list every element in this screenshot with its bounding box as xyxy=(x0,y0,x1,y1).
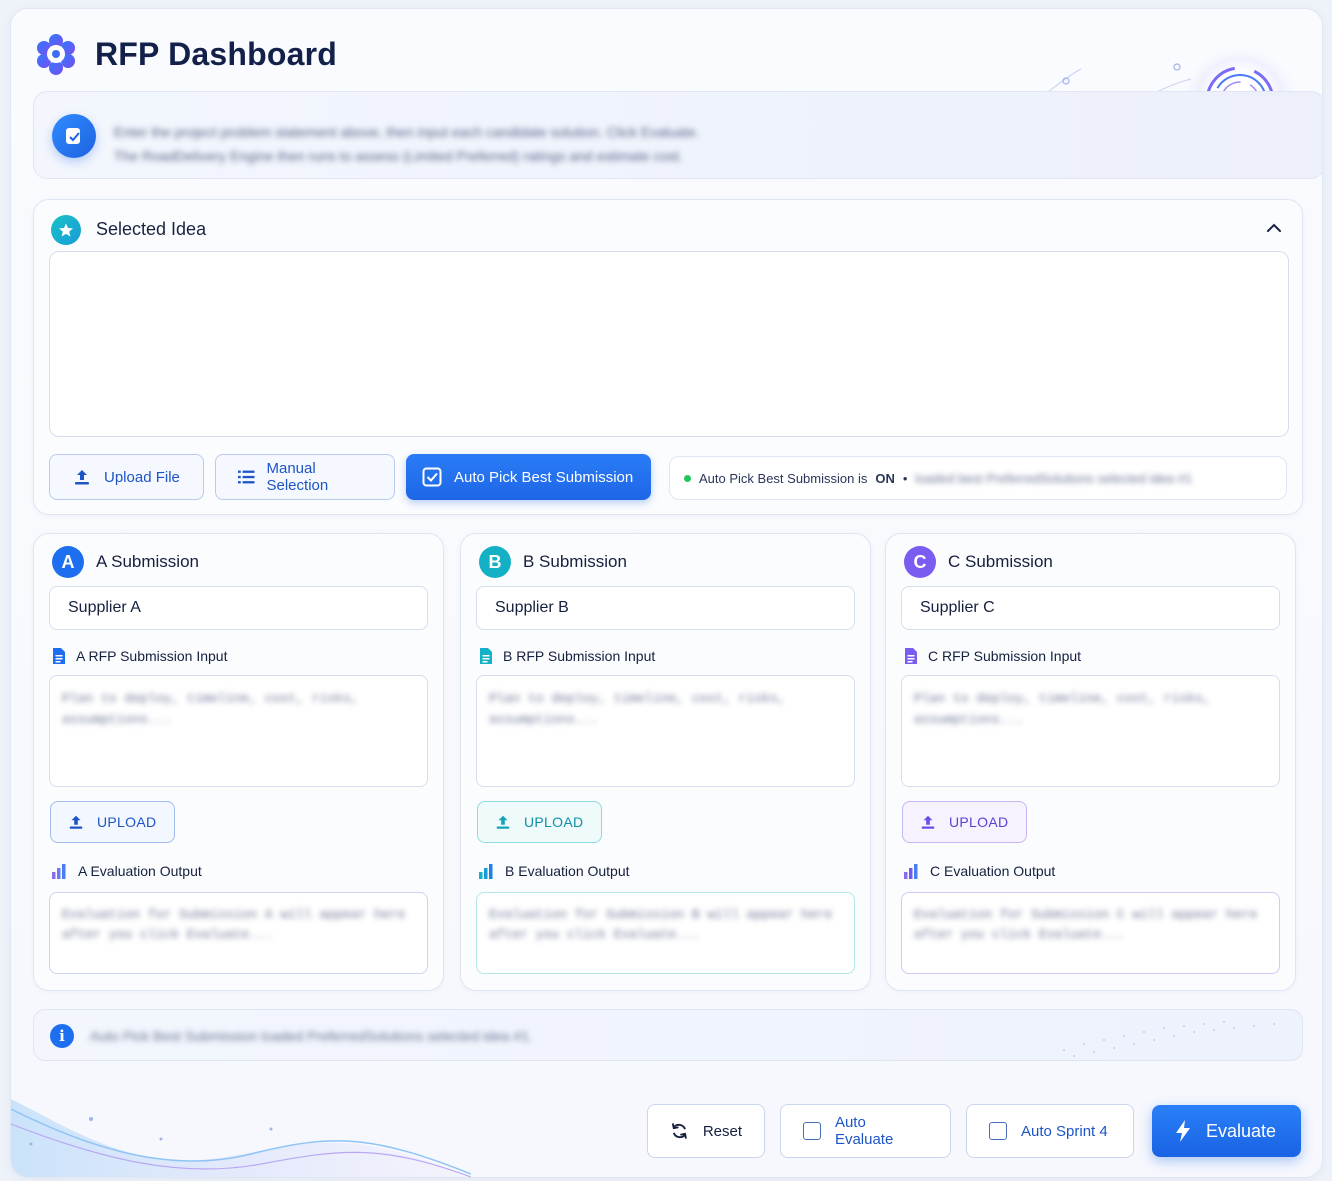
refresh-icon xyxy=(671,1123,687,1139)
selected-idea-title: Selected Idea xyxy=(96,219,207,239)
submission-a-badge: A xyxy=(52,546,84,578)
submission-c-output-label: C Evaluation Output xyxy=(904,863,1055,879)
submission-c-input[interactable]: Plan to deploy, timeline, cost, risks, a… xyxy=(901,675,1280,787)
auto-pick-button[interactable]: Auto Pick Best Submission xyxy=(406,454,651,500)
submission-c-output-label-text: C Evaluation Output xyxy=(930,863,1056,879)
document-icon xyxy=(53,648,65,664)
upload-file-button[interactable]: Upload File xyxy=(49,454,204,500)
manual-selection-label: Manual Selection xyxy=(266,460,329,494)
auto-evaluate-toggle[interactable]: Auto Evaluate xyxy=(780,1104,951,1158)
submission-b-output[interactable]: Evaluation for Submission B will appear … xyxy=(476,892,855,974)
lightning-icon xyxy=(1176,1120,1190,1142)
edit-note-icon xyxy=(52,114,96,158)
submission-b-badge: B xyxy=(479,546,511,578)
submission-a-title: A Submission xyxy=(96,552,199,571)
supplier-b-field[interactable]: Supplier B xyxy=(476,586,855,630)
star-icon xyxy=(51,215,81,245)
submission-a-output-label: A Evaluation Output xyxy=(52,863,202,879)
submission-b-input-label: B RFP Submission Input xyxy=(479,647,655,665)
submission-b-input-placeholder: Plan to deploy, timeline, cost, risks, a… xyxy=(489,691,786,727)
submission-c-badge: C xyxy=(904,546,936,578)
submission-a-input-label: A RFP Submission Input xyxy=(52,647,227,665)
submission-card-c: C C Submission Supplier C C RFP Submissi… xyxy=(885,533,1296,991)
auto-pick-label: Auto Pick Best Submission xyxy=(454,468,634,486)
checkbox-checked-icon xyxy=(422,467,442,487)
supplier-a-field[interactable]: Supplier A xyxy=(49,586,428,630)
submission-b-output-placeholder: Evaluation for Submission B will appear … xyxy=(489,907,833,942)
banner-line-2: The RoadDelivery Engine then runs to ass… xyxy=(114,148,683,164)
submission-a-output-label-text: A Evaluation Output xyxy=(78,863,202,879)
reset-button[interactable]: Reset xyxy=(647,1104,765,1158)
banner-line-1: Enter the project problem statement abov… xyxy=(114,124,700,140)
submission-c-upload-label: UPLOAD xyxy=(949,814,1009,830)
auto-sprint-label: Auto Sprint 4 xyxy=(1021,1122,1108,1140)
auto-sprint-toggle[interactable]: Auto Sprint 4 xyxy=(966,1104,1134,1158)
submission-a-input[interactable]: Plan to deploy, timeline, cost, risks, a… xyxy=(49,675,428,787)
auto-sprint-checkbox[interactable] xyxy=(989,1122,1007,1140)
submission-a-output-placeholder: Evaluation for Submission A will appear … xyxy=(62,907,406,942)
submission-a-output[interactable]: Evaluation for Submission A will appear … xyxy=(49,892,428,974)
submission-a-input-placeholder: Plan to deploy, timeline, cost, risks, a… xyxy=(62,691,359,727)
upload-file-label: Upload File xyxy=(104,468,180,486)
submission-b-input-label-text: B RFP Submission Input xyxy=(503,648,656,664)
banner-text: Enter the project problem statement abov… xyxy=(114,120,854,168)
submission-a-upload-button[interactable]: UPLOAD xyxy=(50,801,175,843)
submission-c-input-placeholder: Plan to deploy, timeline, cost, risks, a… xyxy=(914,691,1211,727)
reset-label: Reset xyxy=(702,1122,742,1140)
submission-b-upload-label: UPLOAD xyxy=(524,814,584,830)
submission-b-output-label-text: B Evaluation Output xyxy=(505,863,630,879)
upload-icon xyxy=(69,815,83,829)
document-icon xyxy=(480,648,492,664)
submission-a-upload-label: UPLOAD xyxy=(97,814,157,830)
submission-a-input-label-text: A RFP Submission Input xyxy=(76,648,228,664)
submission-c-input-label-text: C RFP Submission Input xyxy=(928,648,1082,664)
submission-b-title: B Submission xyxy=(523,552,627,571)
submission-c-input-label: C RFP Submission Input xyxy=(904,647,1081,665)
submission-c-output-placeholder: Evaluation for Submission C will appear … xyxy=(914,907,1258,942)
bar-chart-icon xyxy=(904,864,918,879)
info-icon: i xyxy=(50,1024,74,1048)
submission-b-upload-button[interactable]: UPLOAD xyxy=(477,801,602,843)
submission-card-a: A A Submission Supplier A A RFP Submissi… xyxy=(33,533,444,991)
wave-decoration-icon xyxy=(11,1099,471,1177)
auto-evaluate-checkbox[interactable] xyxy=(803,1122,821,1140)
app-logo-icon xyxy=(37,34,75,75)
selected-idea-textarea[interactable] xyxy=(49,251,1289,437)
chevron-up-icon[interactable] xyxy=(1266,222,1282,234)
upload-icon xyxy=(75,470,89,485)
page-title: RFP Dashboard xyxy=(95,36,338,72)
submission-c-title: C Submission xyxy=(948,552,1053,571)
upload-icon xyxy=(496,815,510,829)
upload-icon xyxy=(921,815,935,829)
selected-idea-card: Selected Idea Upload File Manual Selecti… xyxy=(33,199,1303,515)
status-separator: • xyxy=(902,470,908,486)
status-state: ON xyxy=(875,470,895,486)
status-detail: loaded best PreferredSolutions selected … xyxy=(915,470,1193,486)
document-icon xyxy=(905,648,917,664)
status-on-indicator xyxy=(684,474,691,482)
dots-decoration-icon xyxy=(1063,1021,1275,1057)
supplier-c-field[interactable]: Supplier C xyxy=(901,586,1280,630)
bar-chart-icon xyxy=(52,864,66,879)
submission-c-output[interactable]: Evaluation for Submission C will appear … xyxy=(901,892,1280,974)
submission-c-upload-button[interactable]: UPLOAD xyxy=(902,801,1027,843)
instruction-banner: Enter the project problem statement abov… xyxy=(33,91,1322,179)
submission-b-input[interactable]: Plan to deploy, timeline, cost, risks, a… xyxy=(476,675,855,787)
manual-selection-button[interactable]: Manual Selection xyxy=(215,454,395,500)
info-bar: i Auto Pick Best Submission loaded Prefe… xyxy=(33,1009,1303,1061)
evaluate-label: Evaluate xyxy=(1206,1120,1277,1141)
evaluate-button[interactable]: Evaluate xyxy=(1152,1105,1301,1157)
app-window: RFP Dashboard Enter the project problem … xyxy=(10,8,1323,1178)
auto-pick-status: Auto Pick Best Submission is ON • loaded… xyxy=(669,456,1287,500)
auto-evaluate-label: Auto Evaluate xyxy=(834,1114,894,1148)
list-icon xyxy=(238,470,255,484)
submission-b-output-label: B Evaluation Output xyxy=(479,863,630,879)
info-message: Auto Pick Best Submission loaded Preferr… xyxy=(90,1028,533,1044)
bar-chart-icon xyxy=(479,864,493,879)
status-prefix: Auto Pick Best Submission is xyxy=(699,470,868,486)
submission-card-b: B B Submission Supplier B B RFP Submissi… xyxy=(460,533,871,991)
